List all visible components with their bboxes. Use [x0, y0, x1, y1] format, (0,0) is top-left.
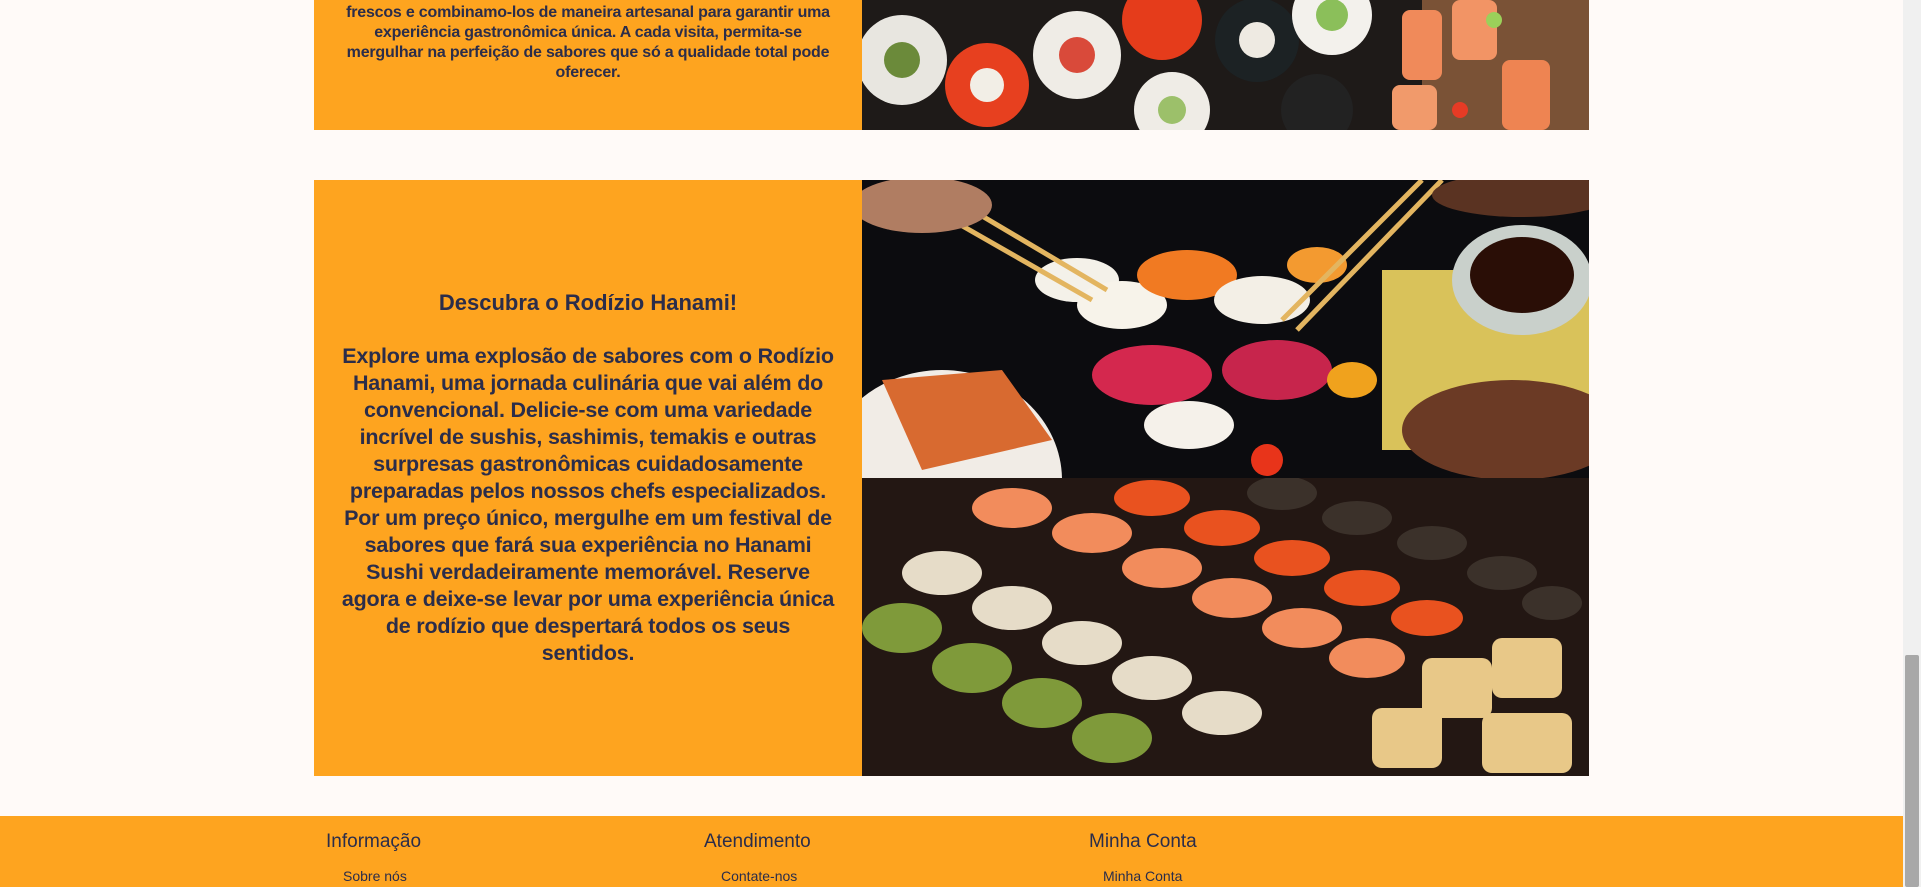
intro-text: frescos e combinamo-los de maneira artes…	[346, 4, 830, 81]
footer-heading: Atendimento	[704, 831, 811, 852]
rodizio-description: Explore uma explosão de sabores com o Ro…	[341, 344, 835, 665]
sushi-rolls-image	[862, 478, 1589, 776]
footer-link-minha-conta[interactable]: Minha Conta	[1103, 868, 1182, 884]
nigiri-chopsticks-image	[862, 180, 1589, 478]
footer-heading: Informação	[326, 831, 422, 852]
sushi-platter-image	[862, 0, 1589, 130]
footer: Informação Sobre nós Atendimento Contate…	[0, 816, 1903, 887]
vertical-scrollbar[interactable]	[1903, 0, 1921, 887]
footer-link-sobre-nos[interactable]: Sobre nós	[343, 868, 407, 884]
page: frescos e combinamo-los de maneira artes…	[0, 0, 1903, 887]
intro-section: frescos e combinamo-los de maneira artes…	[314, 0, 1589, 130]
footer-link-contate-nos[interactable]: Contate-nos	[721, 868, 797, 884]
rodizio-section: Descubra o Rodízio Hanami! Explore uma e…	[314, 180, 1589, 776]
rodizio-images	[862, 180, 1589, 776]
rodizio-text-panel: Descubra o Rodízio Hanami! Explore uma e…	[314, 180, 862, 776]
scrollbar-thumb[interactable]	[1905, 655, 1919, 887]
rodizio-title: Descubra o Rodízio Hanami!	[438, 290, 738, 315]
footer-heading: Minha Conta	[1089, 831, 1197, 852]
intro-text-panel: frescos e combinamo-los de maneira artes…	[314, 0, 862, 130]
